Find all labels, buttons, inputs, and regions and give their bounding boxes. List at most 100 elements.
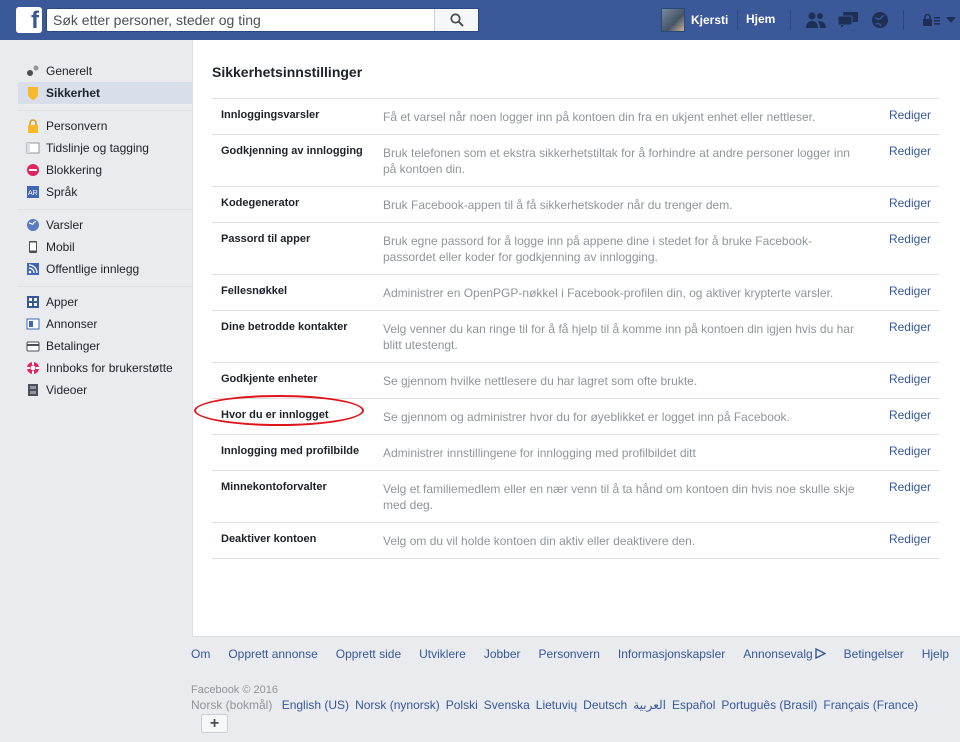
footer-link[interactable]: Om bbox=[191, 647, 210, 661]
edit-link[interactable]: Rediger bbox=[889, 232, 931, 246]
footer-link[interactable]: Betingelser bbox=[844, 647, 904, 661]
sidebar-item-videoer[interactable]: Videoer bbox=[18, 379, 192, 401]
footer-link[interactable]: Hjelp bbox=[922, 647, 949, 661]
setting-label: Innloggingsvarsler bbox=[221, 109, 320, 121]
sidebar-group: Apper Annonser Betalinger Innboks for bruke… bbox=[18, 287, 192, 407]
setting-description: Velg venner du kan ringe til for å få hj… bbox=[383, 322, 854, 352]
language-link[interactable]: العربية bbox=[633, 698, 666, 712]
language-link[interactable]: Español bbox=[672, 698, 715, 712]
settings-panel: Sikkerhetsinnstillinger Innloggingsvarsl… bbox=[192, 40, 960, 637]
language-link[interactable]: Português (Brasil) bbox=[721, 698, 817, 712]
edit-link[interactable]: Rediger bbox=[889, 408, 931, 422]
friends-icon[interactable] bbox=[805, 10, 827, 30]
footer-link[interactable]: Opprett side bbox=[336, 647, 401, 661]
sidebar-item-mobil[interactable]: Mobil bbox=[18, 236, 192, 258]
language-link[interactable]: English (US) bbox=[282, 698, 349, 712]
setting-description: Få et varsel når noen logger inn på kont… bbox=[383, 110, 816, 124]
home-link[interactable]: Hjem bbox=[746, 12, 775, 26]
sidebar-item-annonser[interactable]: Annonser bbox=[18, 313, 192, 335]
setting-description: Administrer en OpenPGP-nøkkel i Facebook… bbox=[383, 286, 834, 300]
setting-label: Kodegenerator bbox=[221, 197, 300, 209]
footer-links: Om Opprett annonse Opprett side Utviklere Jo… bbox=[191, 647, 960, 661]
edit-link[interactable]: Rediger bbox=[889, 108, 931, 122]
sidebar-item-betalinger[interactable]: Betalinger bbox=[18, 335, 192, 357]
edit-link[interactable]: Rediger bbox=[889, 144, 931, 158]
settings-row: Innlogging med profilbilde Administrer in… bbox=[212, 435, 939, 471]
ads-icon bbox=[26, 317, 40, 331]
settings-chevron-icon[interactable] bbox=[944, 10, 958, 30]
sidebar-item-apper[interactable]: Apper bbox=[18, 291, 192, 313]
language-link[interactable]: Deutsch bbox=[583, 698, 627, 712]
setting-label: Hvor du er innlogget bbox=[221, 409, 329, 421]
search-input[interactable] bbox=[47, 9, 435, 31]
sidebar-item-språk[interactable]: AR Språk bbox=[18, 181, 192, 203]
settings-row: Godkjenning av innlogging Bruk telefonen … bbox=[212, 135, 939, 187]
sidebar-group: Generelt Sikkerhet bbox=[18, 56, 192, 111]
language-link[interactable]: Français (France) bbox=[823, 698, 918, 712]
footer-link[interactable]: Opprett annonse bbox=[228, 647, 317, 661]
page-title: Sikkerhetsinnstillinger bbox=[212, 64, 363, 80]
language-link[interactable]: Polski bbox=[446, 698, 478, 712]
search-button[interactable] bbox=[434, 9, 478, 31]
setting-description: Se gjennom hvilke nettlesere du har lagr… bbox=[383, 374, 698, 388]
sidebar-item-blokkering[interactable]: Blokkering bbox=[18, 159, 192, 181]
shield-icon bbox=[26, 86, 40, 100]
sidebar-item-sikkerhet[interactable]: Sikkerhet bbox=[18, 82, 192, 104]
language-link[interactable]: Lietuvių bbox=[536, 698, 577, 712]
settings-row: Kodegenerator Bruk Facebook-appen til å f… bbox=[212, 187, 939, 223]
notifications-globe-icon[interactable] bbox=[869, 10, 891, 30]
footer-link[interactable]: Utviklere bbox=[419, 647, 466, 661]
edit-link[interactable]: Rediger bbox=[889, 196, 931, 210]
privacy-lock-icon[interactable] bbox=[922, 10, 942, 30]
edit-link[interactable]: Rediger bbox=[889, 320, 931, 334]
sidebar-item-varsler[interactable]: Varsler bbox=[18, 214, 192, 236]
edit-link[interactable]: Rediger bbox=[889, 532, 931, 546]
sidebar-item-tidslinje-og-tagging[interactable]: Tidslinje og tagging bbox=[18, 137, 192, 159]
settings-row: Minnekontoforvalter Velg et familiemedlem… bbox=[212, 471, 939, 523]
edit-link[interactable]: Rediger bbox=[889, 372, 931, 386]
search-box bbox=[46, 8, 479, 32]
setting-description: Se gjennom og administrer hvor du for øy… bbox=[383, 410, 790, 424]
settings-row: Hvor du er innlogget Se gjennom og admini… bbox=[212, 399, 939, 435]
footer-link[interactable]: Jobber bbox=[484, 647, 521, 661]
edit-link[interactable]: Rediger bbox=[889, 284, 931, 298]
apps-icon bbox=[26, 295, 40, 309]
footer-link[interactable]: Personvern bbox=[539, 647, 600, 661]
security-settings-list: Innloggingsvarsler Få et varsel når noen … bbox=[212, 98, 939, 559]
footer-link[interactable]: Informasjonskapsler bbox=[618, 647, 725, 661]
edit-link[interactable]: Rediger bbox=[889, 480, 931, 494]
setting-label: Minnekontoforvalter bbox=[221, 481, 327, 493]
nav-divider bbox=[903, 10, 904, 30]
edit-link[interactable]: Rediger bbox=[889, 444, 931, 458]
sidebar-item-label: Varsler bbox=[46, 218, 84, 232]
sidebar-item-label: Annonser bbox=[46, 317, 98, 331]
sidebar-item-offentlige-innlegg[interactable]: Offentlige innlegg bbox=[18, 258, 192, 280]
footer-link[interactable]: Annonsevalg bbox=[743, 647, 827, 661]
sidebar-item-label: Innboks for brukerstøtte bbox=[46, 361, 173, 375]
sidebar-item-personvern[interactable]: Personvern bbox=[18, 115, 192, 137]
lifebuoy-icon bbox=[26, 361, 40, 375]
avatar bbox=[661, 8, 685, 32]
sidebar-item-label: Generelt bbox=[46, 64, 93, 78]
film-icon bbox=[26, 383, 40, 397]
sidebar-item-label: Videoer bbox=[46, 383, 88, 397]
sidebar-item-label: Personvern bbox=[46, 119, 108, 133]
setting-description: Velg om du vil holde kontoen din aktiv e… bbox=[383, 534, 696, 548]
language-link[interactable]: Svenska bbox=[484, 698, 530, 712]
sidebar-item-label: Offentlige innlegg bbox=[46, 262, 140, 276]
setting-label: Dine betrodde kontakter bbox=[221, 321, 348, 333]
setting-label: Innlogging med profilbilde bbox=[221, 445, 360, 457]
sidebar-item-label: Mobil bbox=[46, 240, 75, 254]
language-link[interactable]: Norsk (nynorsk) bbox=[355, 698, 440, 712]
settings-row: Fellesnøkkel Administrer en OpenPGP-nøkke… bbox=[212, 275, 939, 311]
setting-description: Bruk telefonen som et ekstra sikkerhetst… bbox=[383, 146, 850, 176]
facebook-logo[interactable]: f bbox=[16, 7, 42, 34]
sidebar-item-label: Språk bbox=[46, 185, 78, 199]
sidebar-item-generelt[interactable]: Generelt bbox=[18, 60, 192, 82]
top-bar: f Kjersti Hjem bbox=[0, 0, 960, 40]
more-languages-button[interactable]: + bbox=[201, 714, 228, 733]
profile-link[interactable]: Kjersti bbox=[661, 8, 728, 32]
messages-icon[interactable] bbox=[837, 10, 859, 30]
rss-icon bbox=[26, 262, 40, 276]
sidebar-item-innboks-for-brukerstøtte[interactable]: Innboks for brukerstøtte bbox=[18, 357, 192, 379]
